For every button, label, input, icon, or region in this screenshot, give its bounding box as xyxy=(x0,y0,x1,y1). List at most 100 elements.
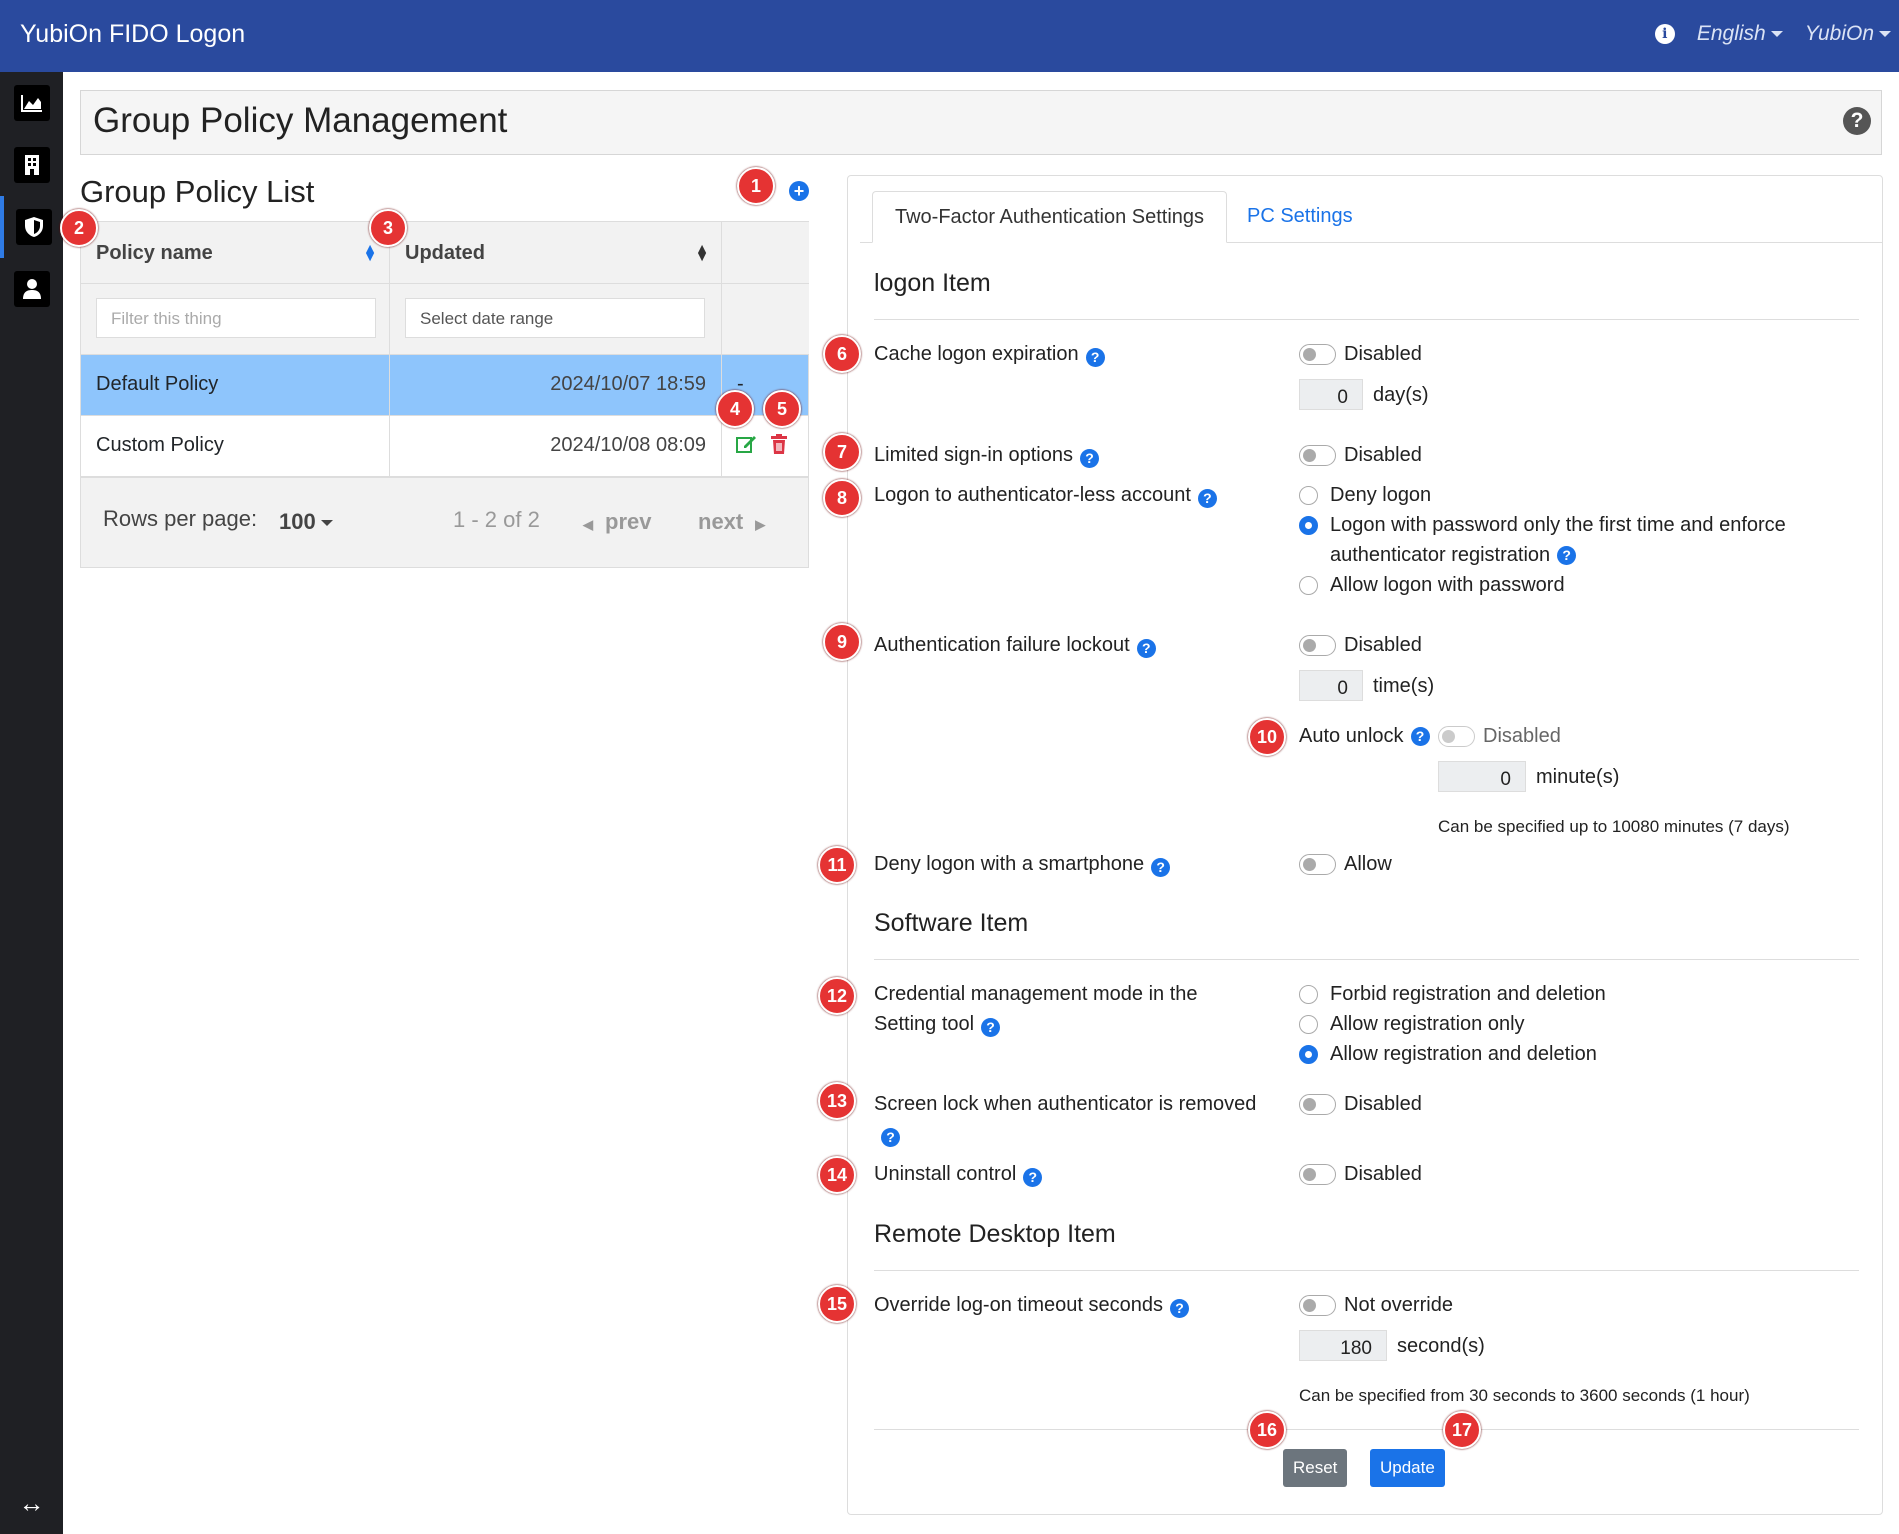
help-icon[interactable]: ? xyxy=(1136,639,1156,658)
rows-per-page-select[interactable]: 100 xyxy=(279,509,333,535)
tab-pc-settings[interactable]: PC Settings xyxy=(1225,191,1375,243)
next-label: next xyxy=(698,509,744,534)
sidebar-item-dashboard[interactable] xyxy=(0,72,63,134)
updated-cell: 2024/10/08 08:09 xyxy=(390,416,722,477)
unit-label: second(s) xyxy=(1397,1334,1485,1357)
radio-registration-only[interactable]: Allow registration only xyxy=(1299,1009,1525,1039)
limited-toggle[interactable]: Disabled xyxy=(1299,440,1422,470)
help-icon[interactable]: ? xyxy=(981,1018,1001,1037)
annotation-badge: 7 xyxy=(823,433,861,471)
help-icon[interactable]: ? xyxy=(1170,1299,1190,1318)
prev-label: prev xyxy=(605,509,652,534)
auto-unlock-input[interactable]: 0 xyxy=(1438,761,1526,792)
timeout-label: Override log-on timeout seconds? xyxy=(874,1290,1190,1320)
lockout-toggle[interactable]: Disabled xyxy=(1299,630,1422,660)
prev-button[interactable]: ◀ prev xyxy=(583,509,651,535)
date-range-input[interactable]: Select date range xyxy=(405,298,705,338)
sidebar: ↔ xyxy=(0,72,63,1534)
toggle-switch[interactable] xyxy=(1299,1163,1336,1185)
screen-lock-toggle[interactable]: Disabled xyxy=(1299,1089,1422,1119)
filter-cell: Filter this thing xyxy=(81,284,390,355)
tab-two-factor[interactable]: Two-Factor Authentication Settings xyxy=(872,191,1228,243)
language-label: English xyxy=(1696,22,1766,45)
screen-lock-label: Screen lock when authenticator is remove… xyxy=(874,1089,1256,1149)
lockout-times-input[interactable]: 0 xyxy=(1299,670,1363,701)
annotation-badge: 10 xyxy=(1248,718,1286,756)
toggle-switch[interactable] xyxy=(1299,1294,1336,1316)
uninstall-toggle[interactable]: Disabled xyxy=(1299,1159,1422,1189)
policy-name-cell: Custom Policy xyxy=(81,416,390,477)
help-icon[interactable]: ? xyxy=(1843,107,1871,135)
help-icon[interactable]: ? xyxy=(1023,1168,1043,1187)
radio-button[interactable] xyxy=(1299,485,1318,505)
sidebar-item-users[interactable] xyxy=(0,258,63,320)
delete-icon[interactable] xyxy=(770,434,788,454)
toggle-state: Disabled xyxy=(1344,444,1422,466)
toggle-switch[interactable] xyxy=(1438,725,1475,747)
section-logon: logon Item xyxy=(874,269,991,297)
radio-password-first-time[interactable]: Logon with password only the first time … xyxy=(1299,510,1786,540)
help-icon[interactable]: ? xyxy=(881,1128,900,1147)
cache-days-input[interactable]: 0 xyxy=(1299,379,1363,410)
next-button[interactable]: next ▶ xyxy=(698,509,765,535)
cache-toggle[interactable]: Disabled xyxy=(1299,339,1422,369)
radio-button[interactable] xyxy=(1299,515,1318,535)
building-icon xyxy=(24,155,39,175)
column-header-actions xyxy=(722,222,809,284)
lockout-times: 0 time(s) xyxy=(1299,670,1434,701)
radio-registration-deletion[interactable]: Allow registration and deletion xyxy=(1299,1039,1597,1069)
help-icon[interactable]: ? xyxy=(1085,348,1105,367)
language-dropdown[interactable]: English xyxy=(1697,22,1783,46)
help-icon[interactable]: ? xyxy=(1410,726,1430,746)
help-icon[interactable]: ? xyxy=(1080,449,1099,468)
toggle-switch[interactable] xyxy=(1299,1093,1336,1115)
sidebar-item-organization[interactable] xyxy=(0,134,63,196)
timeout-seconds-input[interactable]: 180 xyxy=(1299,1330,1387,1361)
add-policy-icon[interactable]: + xyxy=(789,181,809,201)
label-text: Logon to authenticator-less account xyxy=(874,484,1191,506)
table-row[interactable]: Default Policy 2024/10/07 18:59 - xyxy=(81,355,808,416)
sort-icon[interactable]: ▲ ▼ xyxy=(695,241,709,263)
radio-button[interactable] xyxy=(1299,984,1318,1004)
sort-icon[interactable]: ▲ ▼ xyxy=(363,241,377,263)
sidebar-item-policy[interactable] xyxy=(0,196,63,258)
help-icon[interactable]: ? xyxy=(1151,858,1171,877)
update-button[interactable]: Update xyxy=(1370,1449,1445,1487)
rows-per-page-label: Rows per page: xyxy=(103,506,258,531)
top-navbar: YubiOn FIDO Logon i English YubiOn xyxy=(0,0,1899,72)
label-text: Override log-on timeout seconds xyxy=(874,1294,1164,1316)
edit-icon[interactable] xyxy=(736,434,758,454)
column-label: Policy name xyxy=(96,242,213,264)
label-text: Setting tool xyxy=(874,1013,975,1035)
user-dropdown[interactable]: YubiOn xyxy=(1805,22,1891,46)
table-row[interactable]: Custom Policy 2024/10/08 08:09 xyxy=(81,416,808,477)
radio-deny-logon[interactable]: Deny logon xyxy=(1299,480,1431,510)
toggle-switch[interactable] xyxy=(1299,444,1336,466)
radio-button[interactable] xyxy=(1299,575,1318,595)
label-text: Deny logon with a smartphone xyxy=(874,853,1145,875)
column-header-policy-name[interactable]: Policy name ▲ ▼ xyxy=(81,222,390,284)
help-icon[interactable]: ? xyxy=(1557,545,1577,565)
app-brand[interactable]: YubiOn FIDO Logon xyxy=(20,20,245,49)
toggle-switch[interactable] xyxy=(1299,343,1336,365)
toggle-switch[interactable] xyxy=(1299,634,1336,656)
timeout-toggle[interactable]: Not override xyxy=(1299,1290,1453,1320)
sidebar-toggle[interactable]: ↔ xyxy=(0,1472,63,1534)
radio-button[interactable] xyxy=(1299,1044,1318,1064)
annotation-badge: 1 xyxy=(737,167,775,205)
help-icon[interactable]: ? xyxy=(1197,489,1217,508)
column-header-updated[interactable]: Updated ▲ ▼ xyxy=(390,222,722,284)
radio-button[interactable] xyxy=(1299,1014,1318,1034)
policy-filter-input[interactable]: Filter this thing xyxy=(96,298,376,338)
radio-allow-password[interactable]: Allow logon with password xyxy=(1299,570,1565,600)
annotation-badge: 6 xyxy=(823,335,861,373)
info-icon[interactable]: i xyxy=(1654,24,1675,44)
smartphone-toggle[interactable]: Allow xyxy=(1299,849,1392,879)
radio-forbid[interactable]: Forbid registration and deletion xyxy=(1299,979,1606,1009)
toggle-switch[interactable] xyxy=(1299,853,1336,875)
annotation-badge: 12 xyxy=(818,977,856,1015)
label-text: Auto unlock xyxy=(1299,725,1404,747)
auto-unlock-label: Auto unlock? xyxy=(1299,721,1430,751)
auto-unlock-toggle[interactable]: Disabled xyxy=(1438,721,1561,751)
reset-button[interactable]: Reset xyxy=(1283,1449,1348,1487)
